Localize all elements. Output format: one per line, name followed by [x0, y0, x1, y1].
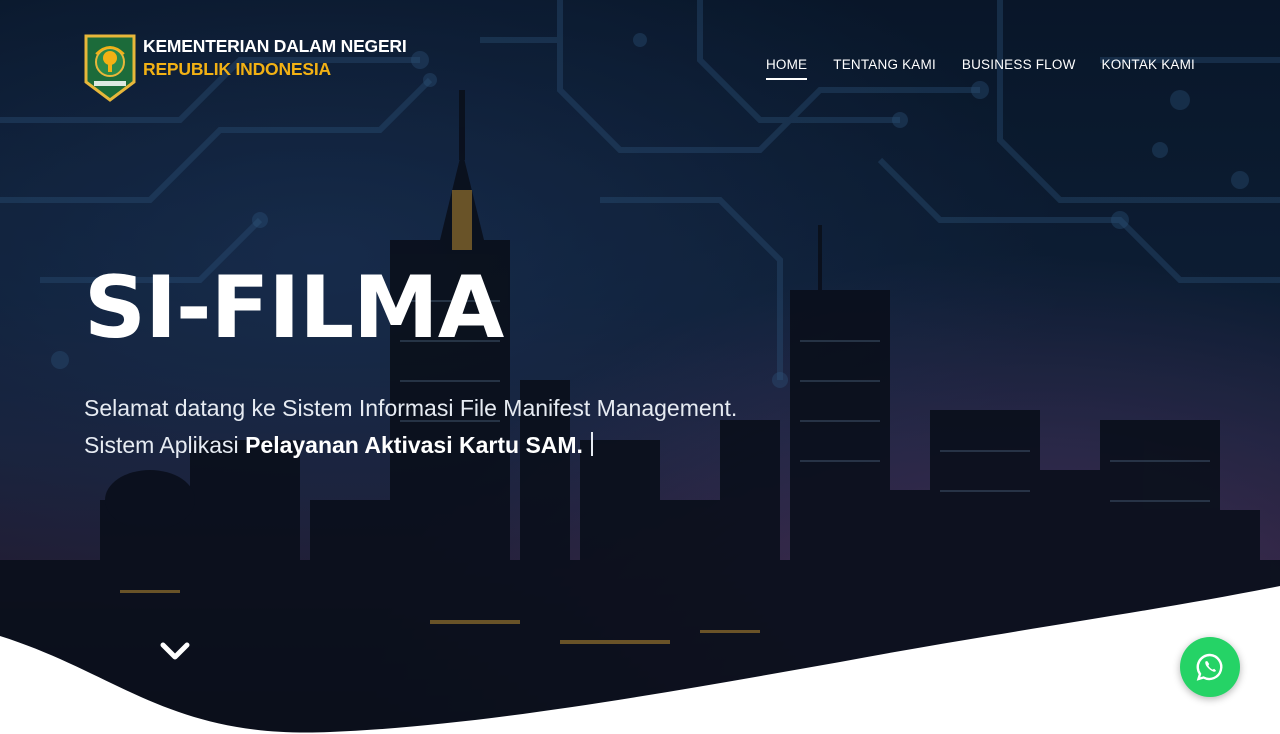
nav-business-flow[interactable]: BUSINESS FLOW — [962, 57, 1076, 80]
nav-tentang-kami[interactable]: TENTANG KAMI — [833, 57, 936, 80]
hero-typed-text: Pelayanan Aktivasi Kartu SAM. — [245, 432, 583, 458]
whatsapp-button[interactable] — [1180, 637, 1240, 697]
nav-kontak-kami[interactable]: KONTAK KAMI — [1102, 57, 1195, 80]
brand-line-2: REPUBLIK INDONESIA — [143, 59, 331, 79]
main-nav: HOME TENTANG KAMI BUSINESS FLOW KONTAK K… — [765, 57, 1195, 80]
hero-welcome-text: Selamat datang ke Sistem Informasi File … — [84, 395, 738, 421]
nav-home[interactable]: HOME — [765, 57, 808, 80]
brand-line-1: KEMENTERIAN DALAM NEGERI — [143, 36, 407, 56]
whatsapp-icon — [1196, 653, 1223, 681]
chevron-down-icon[interactable] — [157, 636, 193, 666]
garuda-emblem-icon[interactable] — [84, 34, 136, 102]
typing-cursor — [590, 432, 593, 456]
hero-title: SI-FILMA — [84, 258, 504, 358]
hero-subtitle: Sistem Aplikasi Pelayanan Aktivasi Kartu… — [84, 432, 593, 459]
hero-subtitle-prefix: Sistem Aplikasi — [84, 432, 246, 458]
